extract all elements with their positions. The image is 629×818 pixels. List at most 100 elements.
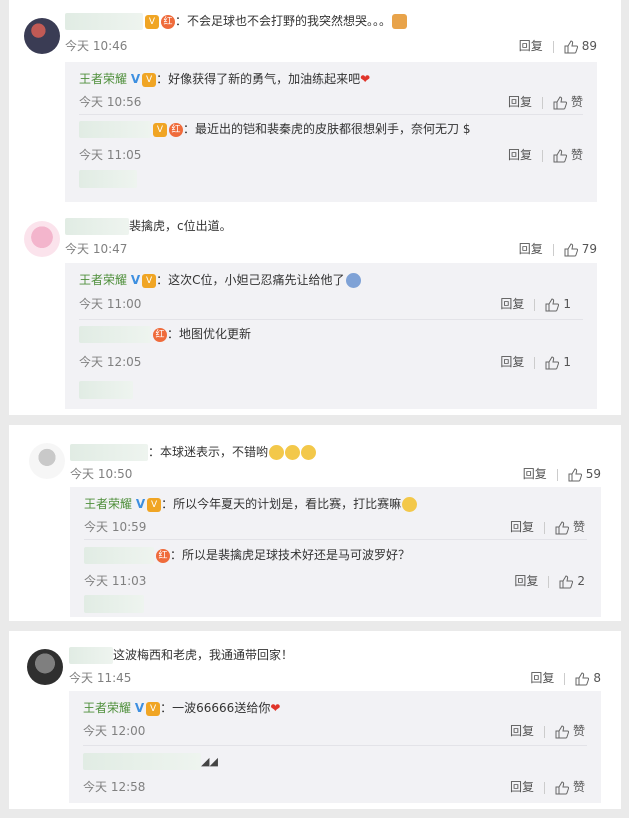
username-redacted[interactable]	[84, 547, 154, 564]
more-replies-redacted[interactable]	[79, 170, 137, 188]
reply-button[interactable]: 回复	[510, 724, 534, 738]
reply-time: 今天 10:56	[79, 95, 142, 109]
like-button[interactable]: 赞	[555, 520, 585, 534]
like-count: 89	[581, 39, 597, 53]
reply-content: 王者荣耀 V V ：一波66666送给你❤	[83, 699, 280, 716]
emoji-icon: ◢◢	[201, 755, 218, 768]
divider	[541, 96, 543, 109]
reply-button[interactable]: 回复	[500, 297, 524, 311]
like-button[interactable]: 赞	[553, 148, 583, 162]
level-badge-icon: 红	[153, 327, 167, 342]
thumbs-up-icon	[559, 574, 574, 588]
divider	[556, 468, 558, 481]
reply-author[interactable]: 王者荣耀	[79, 72, 127, 86]
divider	[79, 114, 583, 115]
thumbs-up-icon	[545, 355, 560, 369]
divider	[541, 149, 543, 162]
heart-icon: ❤	[270, 701, 281, 715]
reply-content: 红：地图优化更新	[79, 325, 251, 343]
like-button[interactable]: 1	[545, 297, 571, 311]
avatar[interactable]	[27, 649, 63, 685]
reply-box: 王者荣耀 V V ：一波66666送给你❤ 今天 12:00 回复赞 ◢◢ 今天 1…	[69, 691, 601, 803]
thumbs-up-icon	[555, 724, 569, 738]
divider	[534, 298, 536, 311]
comment-actions: 回复 89	[519, 37, 597, 54]
reply-button[interactable]: 回复	[530, 671, 554, 685]
reply-time: 今天 11:03	[84, 574, 147, 588]
like-button[interactable]: 8	[575, 671, 601, 685]
reply-actions: 回复 赞	[508, 146, 583, 163]
comment-content: ：本球迷表示，不错哟	[70, 443, 317, 461]
thumbs-up-icon	[553, 95, 567, 109]
comment-text: ：本球迷表示，不错哟	[148, 445, 269, 459]
comment-text: ：不会足球也不会打野的我突然想哭。。。	[175, 14, 392, 28]
reply-time: 今天 10:59	[84, 520, 147, 534]
comment-content: 裴擒虎，c位出道。	[65, 217, 232, 235]
like-button[interactable]: 1	[545, 355, 571, 369]
username-redacted[interactable]	[83, 753, 201, 770]
like-label: 赞	[572, 780, 585, 794]
thumbs-up-icon	[553, 148, 567, 162]
reply-time: 今天 12:05	[79, 355, 142, 369]
like-button[interactable]: 79	[564, 242, 597, 256]
reply-box: 王者荣耀 V V ：所以今年夏天的计划是，看比赛，打比赛嘛 今天 10:59 回复赞…	[70, 487, 601, 617]
comment-content: V 红：不会足球也不会打野的我突然想哭。。。	[65, 12, 408, 30]
comment-card: V 红：不会足球也不会打野的我突然想哭。。。 今天 10:46 回复 89 王者荣耀…	[9, 0, 621, 207]
reply-button[interactable]: 回复	[510, 520, 534, 534]
more-replies-redacted[interactable]	[84, 595, 144, 613]
like-count: 8	[593, 671, 601, 685]
comment-text: 这波梅西和老虎，我通通带回家！	[113, 648, 294, 662]
divider	[552, 243, 554, 256]
reply-button[interactable]: 回复	[508, 95, 532, 109]
reply-button[interactable]: 回复	[510, 780, 534, 794]
level-badge-icon: 红	[156, 548, 170, 563]
verified-badge-icon: V	[135, 497, 146, 511]
like-button[interactable]: 赞	[555, 780, 585, 794]
thumbs-up-icon	[545, 297, 560, 311]
comment-card: 这波梅西和老虎，我通通带回家！ 今天 11:45 回复 8 王者荣耀 V V ：一波6…	[9, 631, 621, 809]
like-button[interactable]: 赞	[553, 95, 583, 109]
username-redacted[interactable]	[65, 218, 129, 235]
username-redacted[interactable]	[70, 444, 148, 461]
reply-button[interactable]: 回复	[523, 467, 547, 481]
reply-author[interactable]: 王者荣耀	[79, 273, 127, 287]
reply-button[interactable]: 回复	[514, 574, 538, 588]
like-button[interactable]: 赞	[555, 724, 585, 738]
username-redacted[interactable]	[79, 121, 151, 138]
reply-button[interactable]: 回复	[508, 148, 532, 162]
reply-text: ：一波66666送给你	[160, 701, 271, 715]
username-redacted[interactable]	[79, 326, 151, 343]
reply-author[interactable]: 王者荣耀	[83, 701, 131, 715]
divider	[543, 781, 545, 794]
reply-time: 今天 11:00	[79, 297, 142, 311]
like-button[interactable]: 59	[568, 467, 601, 481]
reply-button[interactable]: 回复	[519, 39, 543, 53]
like-count: 1	[563, 297, 571, 311]
reply-box: 王者荣耀 V V ：这次C位，小妲己忍痛先让给他了 今天 11:00 回复 1 红：地…	[65, 263, 597, 409]
like-label: 赞	[572, 724, 585, 738]
thumbs-up-icon	[564, 39, 578, 53]
reply-content: 红：所以是裴擒虎足球技术好还是马可波罗好？	[84, 546, 410, 564]
reply-content: 王者荣耀 V V ：所以今年夏天的计划是，看比赛，打比赛嘛	[84, 495, 418, 512]
avatar[interactable]	[24, 18, 60, 54]
avatar[interactable]	[24, 221, 60, 257]
username-redacted[interactable]	[65, 13, 143, 30]
reply-text: ：所以今年夏天的计划是，看比赛，打比赛嘛	[161, 497, 402, 511]
reply-actions: 回复 赞	[510, 518, 585, 535]
comment-text: 裴擒虎，c位出道。	[129, 219, 232, 233]
reply-author[interactable]: 王者荣耀	[84, 497, 132, 511]
nested-reply: V 红：最近出的铠和裴秦虎的皮肤都很想剁手，奈何无刀 $ 今天 11:05 回复 赞	[79, 114, 597, 168]
like-button[interactable]: 2	[559, 574, 585, 588]
thumbs-up-icon	[555, 520, 569, 534]
comment-time: 今天 10:50	[70, 467, 133, 481]
avatar[interactable]	[29, 443, 65, 479]
reply-button[interactable]: 回复	[500, 355, 524, 369]
username-redacted[interactable]	[69, 647, 113, 664]
reply-text: ：地图优化更新	[167, 327, 252, 341]
reply-actions: 回复 赞	[510, 778, 585, 795]
reply-actions: 回复 2	[514, 572, 585, 589]
more-replies-redacted[interactable]	[79, 381, 133, 399]
like-button[interactable]: 89	[564, 39, 597, 53]
emoji-icon	[392, 14, 408, 29]
reply-button[interactable]: 回复	[519, 242, 543, 256]
